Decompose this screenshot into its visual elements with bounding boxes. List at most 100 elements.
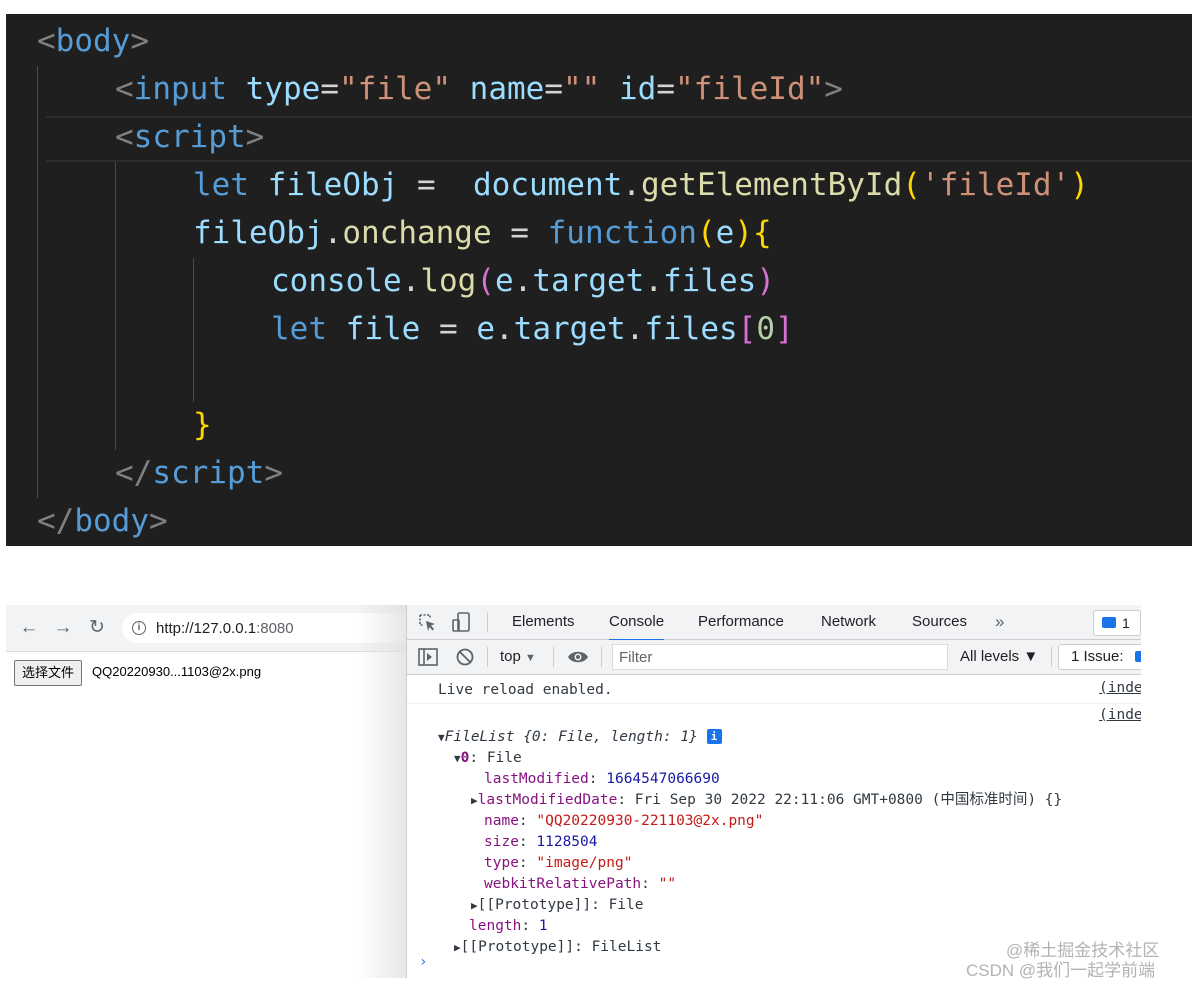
- more-tabs-icon[interactable]: »: [995, 605, 1004, 639]
- inspect-element-icon[interactable]: [418, 613, 438, 633]
- prototype-label: [[Prototype]]: File: [477, 897, 644, 913]
- console-toolbar: top ▼ Filter All levels ▼ 1 Issue:: [407, 640, 1141, 675]
- context-label: top: [500, 648, 521, 665]
- prototype-row[interactable]: ▶[[Prototype]]: FileList: [454, 937, 661, 958]
- issues-counter[interactable]: 1: [1093, 610, 1141, 636]
- code-line: }: [193, 401, 212, 449]
- watermark-csdn: CSDN @我们一起学前端: [966, 961, 1156, 980]
- code-token: log: [420, 263, 477, 299]
- code-token: "": [562, 71, 601, 107]
- code-token: .: [401, 263, 421, 299]
- code-token: let: [193, 167, 249, 203]
- indent-guide: [37, 66, 38, 498]
- filter-input[interactable]: Filter: [612, 644, 948, 670]
- field-row: type: "image/png": [484, 855, 633, 871]
- code-token: fileObj: [193, 215, 324, 251]
- code-token: document: [472, 167, 623, 203]
- issues-count: 1: [1122, 615, 1130, 631]
- code-line: </script>: [115, 449, 283, 497]
- context-selector[interactable]: top ▼: [500, 648, 536, 665]
- code-token: .: [644, 263, 663, 299]
- info-icon[interactable]: i: [132, 621, 146, 635]
- entry-row[interactable]: ▼0: File: [454, 748, 522, 769]
- code-token: console: [271, 263, 402, 299]
- field-row: lastModified: 1664547066690: [484, 771, 720, 787]
- dropdown-arrow-icon: ▼: [525, 652, 536, 664]
- source-link[interactable]: (inde: [1099, 707, 1141, 723]
- code-token: 'fileId': [920, 167, 1071, 203]
- code-token: .: [622, 167, 641, 203]
- toolbar-separator: [487, 647, 488, 667]
- forward-icon[interactable]: →: [50, 615, 76, 641]
- prototype-row[interactable]: ▶[[Prototype]]: File: [471, 895, 644, 916]
- field-key: webkitRelativePath: [484, 876, 642, 892]
- device-toolbar-icon[interactable]: [451, 612, 471, 634]
- url-port: :8080: [256, 620, 294, 637]
- issue-icon: [1135, 651, 1141, 662]
- field-value: Fri Sep 30 2022 22:11:06 GMT+0800 (中国标准时…: [634, 792, 1063, 808]
- selected-file-name: QQ20220930...1103@2x.png: [92, 664, 262, 679]
- log-levels-dropdown[interactable]: All levels ▼: [960, 648, 1038, 665]
- message-divider: [407, 703, 1141, 704]
- field-row[interactable]: ▶lastModifiedDate: Fri Sep 30 2022 22:11…: [471, 790, 1062, 811]
- tab-elements[interactable]: Elements: [512, 605, 575, 639]
- code-token: ): [1070, 167, 1089, 203]
- console-message: Live reload enabled.: [438, 682, 613, 698]
- code-token: body: [55, 23, 131, 59]
- expand-triangle-icon[interactable]: ▶: [471, 899, 478, 912]
- source-link[interactable]: (inde: [1099, 680, 1141, 696]
- code-token: ): [734, 215, 753, 251]
- code-line: let file = e.target.files[0]: [271, 305, 794, 353]
- expand-triangle-icon[interactable]: ▶: [454, 941, 461, 954]
- live-expression-eye-icon[interactable]: [567, 650, 589, 664]
- length-key: length: [469, 918, 522, 934]
- code-token: </: [115, 455, 153, 491]
- code-token: e: [476, 311, 495, 347]
- code-token: id: [618, 71, 657, 107]
- code-editor: <body> <input type="file" name="" id="fil…: [6, 14, 1192, 546]
- tab-separator: [487, 612, 488, 632]
- code-token: =: [544, 71, 563, 107]
- issues-button[interactable]: 1 Issue:: [1058, 644, 1141, 670]
- code-token: type: [245, 71, 321, 107]
- code-line: </body>: [37, 497, 168, 545]
- code-token: <: [115, 119, 134, 155]
- tab-network[interactable]: Network: [821, 605, 876, 639]
- code-token: =: [398, 167, 473, 203]
- code-token: =: [420, 311, 477, 347]
- code-line: <input type="file" name="" id="fileId">: [115, 65, 843, 113]
- tab-console[interactable]: Console: [609, 605, 665, 641]
- expand-triangle-icon[interactable]: ▶: [471, 794, 478, 807]
- field-key: lastModifiedDate: [477, 792, 618, 808]
- field-key: type: [484, 855, 519, 871]
- choose-file-button[interactable]: 选择文件: [14, 660, 83, 686]
- address-bar: ← → ↻ i http://127.0.0.1:8080: [6, 605, 422, 652]
- tab-sources[interactable]: Sources: [912, 605, 967, 639]
- field-key: size: [484, 834, 519, 850]
- expand-triangle-icon[interactable]: ▼: [454, 752, 461, 765]
- devtools-panel: Elements Console Performance Network Sources…: [406, 605, 1141, 978]
- tab-performance[interactable]: Performance: [698, 605, 784, 639]
- info-badge-icon[interactable]: i: [706, 729, 722, 744]
- console-prompt-icon[interactable]: ›: [419, 954, 427, 970]
- code-token: fileObj: [267, 167, 399, 203]
- clear-console-icon[interactable]: [456, 648, 474, 666]
- back-icon[interactable]: ←: [16, 615, 42, 641]
- reload-icon[interactable]: ↻: [84, 615, 110, 641]
- issues-label: 1 Issue:: [1071, 648, 1124, 665]
- code-token: (: [902, 167, 921, 203]
- url-host: http://127.0.0.1: [156, 620, 257, 637]
- code-token: =: [656, 71, 675, 107]
- field-key: lastModified: [484, 771, 589, 787]
- code-token: input: [133, 71, 227, 107]
- field-row: name: "QQ20220930-221103@2x.png": [484, 813, 764, 829]
- sidebar-toggle-icon[interactable]: [418, 648, 438, 666]
- expand-triangle-icon[interactable]: ▼: [438, 731, 445, 744]
- message-icon: [1102, 617, 1116, 628]
- code-token: e: [495, 263, 514, 299]
- panel-edge-shadow: [356, 605, 412, 978]
- filelist-row[interactable]: ▼FileList {0: File, length: 1} i: [438, 727, 722, 748]
